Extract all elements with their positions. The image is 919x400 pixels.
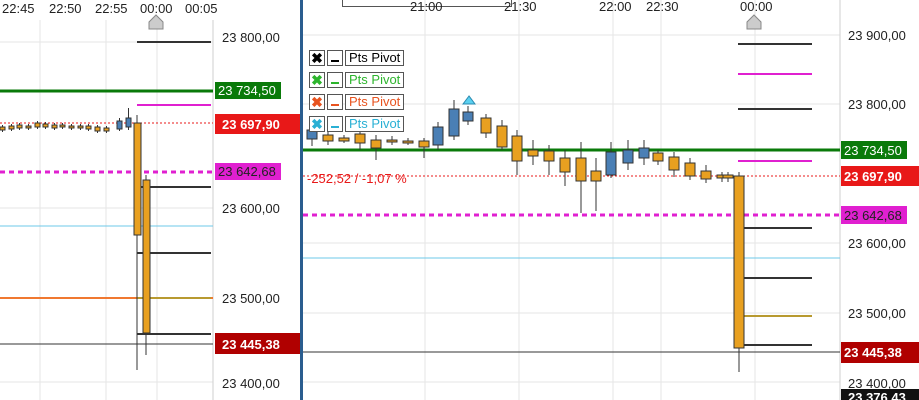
candle	[16, 124, 23, 129]
pivot-toggle-orange-icon[interactable]: ✖	[309, 94, 325, 110]
candle	[418, 140, 430, 148]
candle	[142, 179, 151, 334]
candle	[34, 122, 41, 128]
candle	[77, 125, 84, 129]
time-label: 22:50	[49, 1, 82, 16]
pivot-row-orange: ✖ Pts Pivot	[309, 93, 405, 111]
price-label: 23 800,00	[848, 97, 906, 112]
candle	[652, 152, 664, 162]
time-label: 22:30	[646, 0, 679, 14]
right-chart-pane[interactable]: -252,52 / -1,07 % 21:00 21:30 22:00 22:3…	[303, 0, 919, 400]
price-label: 23 400,00	[848, 376, 906, 391]
pivot-toggle-cyan-icon[interactable]: ✖	[309, 116, 325, 132]
left-chart-pane[interactable]: 22:45 22:50 22:55 00:00 00:05 23 800,00 …	[0, 0, 300, 400]
signal-arrow-icon	[462, 95, 476, 105]
pivot-label[interactable]: Pts Pivot	[345, 50, 405, 66]
candle	[0, 126, 6, 131]
price-label: 23 800,00	[222, 30, 280, 45]
red-price-tag: 23 697,90	[844, 169, 902, 184]
time-label: 00:00	[140, 1, 173, 16]
candle	[575, 157, 587, 182]
red-price-tag: 23 697,90	[222, 117, 280, 132]
candle	[511, 135, 523, 162]
pivot-row-black: ✖ Pts Pivot	[309, 49, 405, 67]
candle	[733, 175, 745, 349]
candle	[386, 139, 398, 143]
candle	[59, 124, 66, 128]
time-label: 22:00	[599, 0, 632, 14]
candle	[103, 127, 110, 132]
green-price-tag: 23 734,50	[218, 83, 276, 98]
candle	[402, 140, 414, 144]
black-price-tag: 23 376,43	[848, 390, 906, 400]
price-label: 23 900,00	[848, 28, 906, 43]
time-label: 22:45	[2, 1, 35, 16]
candle	[354, 133, 366, 144]
price-label: 23 400,00	[222, 376, 280, 391]
price-label: 23 500,00	[222, 291, 280, 306]
candle	[668, 156, 680, 171]
change-label: -252,52 / -1,07 %	[307, 171, 407, 186]
pivot-label[interactable]: Pts Pivot	[345, 72, 405, 88]
pivot-row-cyan: ✖ Pts Pivot	[309, 115, 405, 133]
candle	[432, 126, 444, 146]
candle	[94, 126, 101, 132]
pivot-line-style-button[interactable]	[327, 94, 343, 110]
candle	[116, 120, 123, 130]
candle	[622, 149, 634, 164]
magenta-price-tag: 23 642,68	[844, 208, 902, 223]
candle	[605, 151, 617, 176]
candle	[700, 170, 712, 180]
candle	[338, 137, 350, 142]
candle	[684, 162, 696, 177]
candle	[125, 117, 132, 128]
left-candles	[0, 108, 132, 133]
candle	[480, 117, 492, 134]
candle	[85, 125, 92, 130]
candle	[133, 122, 142, 236]
candle	[68, 125, 75, 129]
candle	[496, 125, 508, 148]
candle	[543, 150, 555, 162]
pivot-toggle-green-icon[interactable]: ✖	[309, 72, 325, 88]
pivot-label[interactable]: Pts Pivot	[345, 94, 405, 110]
candle	[462, 111, 474, 122]
green-price-tag: 23 734,50	[844, 143, 902, 158]
candle	[370, 139, 382, 149]
house-marker-icon	[148, 14, 164, 30]
pivot-toggle-black-icon[interactable]: ✖	[309, 50, 325, 66]
magenta-price-tag: 23 642,68	[218, 164, 276, 179]
time-label: 00:00	[740, 0, 773, 14]
candle	[42, 123, 49, 128]
pivot-line-style-button[interactable]	[327, 50, 343, 66]
darkred-price-tag: 23 445,38	[222, 337, 280, 352]
candle	[722, 174, 734, 179]
darkred-price-tag: 23 445,38	[844, 345, 902, 360]
pivot-line-style-button[interactable]	[327, 116, 343, 132]
candle	[322, 134, 334, 142]
time-label: 22:55	[95, 1, 128, 16]
pivot-row-green: ✖ Pts Pivot	[309, 71, 405, 89]
pivot-label[interactable]: Pts Pivot	[345, 116, 405, 132]
candle	[51, 124, 58, 129]
time-label: 00:05	[185, 1, 218, 16]
candle	[590, 170, 602, 182]
left-chart-svg: 22:45 22:50 22:55 00:00 00:05 23 800,00 …	[0, 1, 300, 400]
pivot-line-style-button[interactable]	[327, 72, 343, 88]
candle	[448, 108, 460, 137]
candle	[527, 149, 539, 157]
candle	[559, 157, 571, 173]
house-marker-icon	[746, 14, 762, 30]
price-label: 23 600,00	[848, 236, 906, 251]
price-label: 23 500,00	[848, 306, 906, 321]
time-label: 21:30	[504, 0, 537, 14]
candle	[8, 125, 15, 130]
candle	[638, 147, 650, 159]
candle	[25, 125, 32, 129]
price-label: 23 600,00	[222, 201, 280, 216]
time-label: 21:00	[410, 0, 443, 14]
